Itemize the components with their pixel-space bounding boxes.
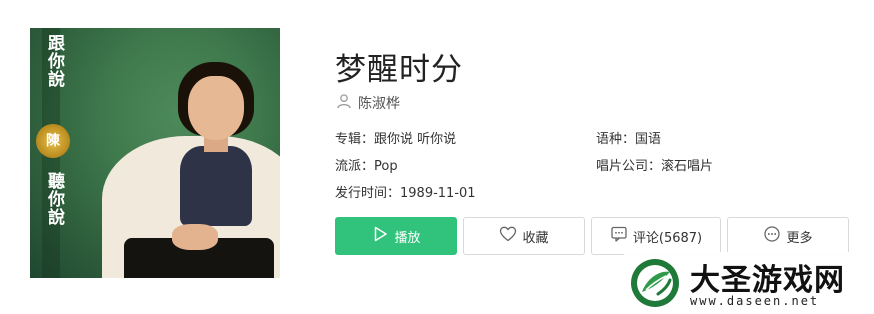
watermark-brand: 大圣游戏网 <box>690 263 845 298</box>
cover-badge: 陳 <box>36 124 70 158</box>
cover-figure-face <box>188 76 244 140</box>
cover-text-top: 跟你說 <box>44 34 64 88</box>
comment-button[interactable]: 评论(5687) <box>591 217 721 255</box>
watermark-logo <box>628 256 682 310</box>
play-button-label: 播放 <box>394 230 421 246</box>
more-icon <box>763 225 786 247</box>
comment-button-label: 评论(5687) <box>632 230 703 246</box>
song-detail-page: 跟你說 陳 聽你說 梦醒时分 陈淑桦 专辑：跟你说 听你说 语种：国语 流派：P… <box>0 0 874 314</box>
heart-icon <box>499 225 522 247</box>
cover-text-bottom: 聽你說 <box>44 172 64 226</box>
watermark-url: www.daseen.net <box>690 294 820 308</box>
more-button-label: 更多 <box>786 230 813 246</box>
favorite-button-label: 收藏 <box>522 230 549 246</box>
meta-release-label: 发行时间： <box>335 186 401 201</box>
comment-icon <box>610 225 633 247</box>
meta-release: 发行时间：1989-11-01 <box>335 182 476 201</box>
play-button[interactable]: 播放 <box>335 217 457 255</box>
favorite-button[interactable]: 收藏 <box>463 217 585 255</box>
meta-release-value: 1989-11-01 <box>400 186 476 201</box>
meta-language-value: 国语 <box>635 132 662 147</box>
artist-link[interactable]: 陈淑桦 <box>358 93 400 113</box>
meta-record-label-value: 滚石唱片 <box>661 159 714 174</box>
meta-genre-label: 流派： <box>335 159 375 174</box>
meta-album: 专辑：跟你说 听你说 <box>335 128 456 147</box>
user-icon <box>336 93 352 113</box>
cover-figure-shirt <box>180 146 252 226</box>
more-button[interactable]: 更多 <box>727 217 849 255</box>
album-cover[interactable]: 跟你說 陳 聽你說 <box>30 28 280 278</box>
meta-genre: 流派：Pop <box>335 155 398 174</box>
play-icon <box>371 225 394 247</box>
song-title: 梦醒时分 <box>335 52 463 88</box>
meta-language-label: 语种： <box>596 132 636 147</box>
album-link[interactable]: 跟你说 听你说 <box>374 132 456 147</box>
meta-record-label: 唱片公司：滚石唱片 <box>596 155 713 174</box>
meta-language: 语种：国语 <box>596 128 661 147</box>
meta-record-label-label: 唱片公司： <box>596 159 662 174</box>
artist-row[interactable]: 陈淑桦 <box>336 94 400 112</box>
meta-genre-value: Pop <box>374 159 398 174</box>
meta-album-label: 专辑： <box>335 132 375 147</box>
